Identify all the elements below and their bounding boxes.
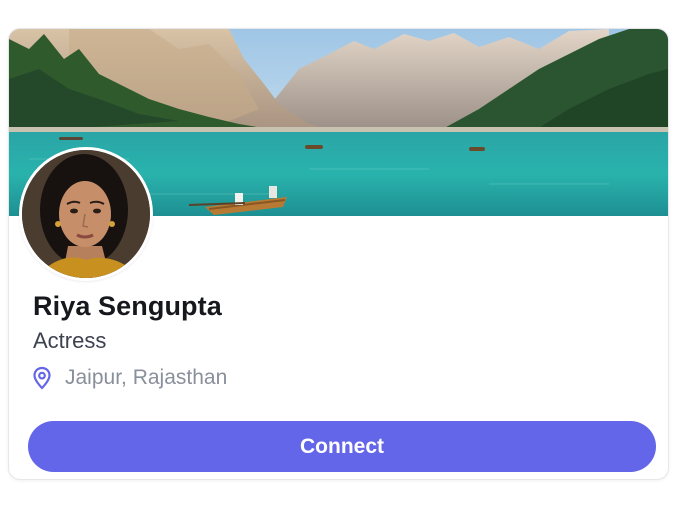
map-pin-icon [33,366,51,390]
connect-button[interactable]: Connect [28,421,656,472]
profile-location: Jaipur, Rajasthan [31,366,227,390]
avatar [19,147,153,281]
location-label: Jaipur, Rajasthan [65,366,228,389]
profile-name: Riya Sengupta [33,291,222,321]
profile-card: Riya Sengupta Actress Jaipur, Rajasthan … [8,28,669,480]
profile-role: Actress [33,328,107,353]
